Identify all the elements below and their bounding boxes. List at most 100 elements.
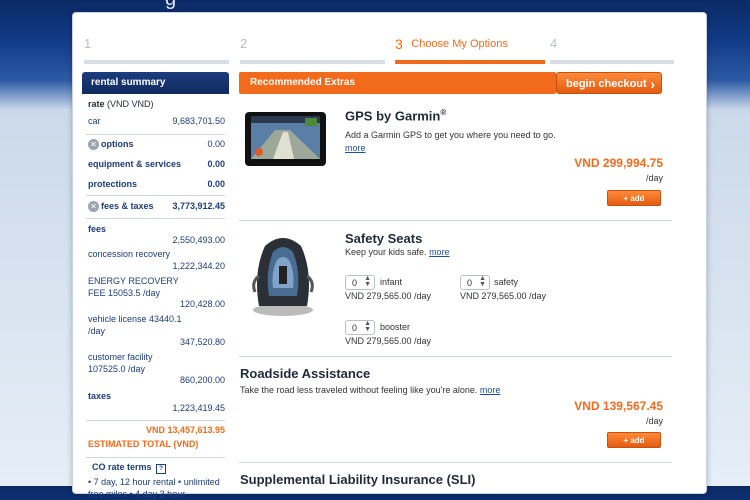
roadside-description: Take the road less traveled without feel… (240, 384, 660, 397)
taxes-value-row: 1,223,419.45 (82, 403, 229, 417)
booster-quantity: 0 (352, 323, 358, 333)
fees-value-row: 2,550,493.00 (82, 235, 229, 247)
fee-item-value: 860,200.00 (179, 375, 225, 385)
rate-terms-title[interactable]: CO rate terms ? (82, 458, 229, 474)
summary-value: 3,773,912.45 (172, 201, 225, 211)
divider (239, 356, 672, 357)
info-icon[interactable]: ? (156, 464, 167, 474)
fee-item-label: vehicle license 43440.1 /day (88, 314, 182, 336)
gps-per-day: /day (645, 173, 663, 183)
summary-row-options[interactable]: ✕ options 0.00 (82, 135, 229, 155)
step-4[interactable]: 4 (550, 36, 674, 64)
fee-item-value-row: 1,222,344.20 (82, 261, 229, 273)
gps-more-link[interactable]: more (345, 143, 366, 153)
summary-value: 9,683,701.50 (172, 116, 225, 126)
summary-row-equipment: equipment & services 0.00 (82, 155, 229, 173)
step-number: 4 (550, 36, 558, 51)
gps-description: Add a Garmin GPS to get you where you ne… (345, 129, 560, 155)
roadside-desc-text: Take the road less traveled without feel… (240, 385, 478, 395)
fees-value: 2,550,493.00 (172, 235, 225, 245)
safety-quantity-select[interactable]: 0 ▲ ▼ (460, 275, 490, 290)
fee-item-label: concession recovery (88, 249, 171, 259)
taxes-value: 1,223,419.45 (172, 403, 225, 413)
fee-item-value: 1,222,344.20 (172, 261, 225, 271)
step-1[interactable]: 1 (84, 36, 229, 64)
gps-image (245, 110, 326, 168)
safety-quantity: 0 (467, 278, 473, 288)
summary-row-fees-taxes[interactable]: ✕ fees & taxes 3,773,912.45 (82, 196, 229, 218)
fee-item-value-row: 120,428.00 (82, 299, 229, 311)
step-bar (84, 60, 229, 64)
rate-header: rate (VND VND) (82, 99, 229, 116)
stepper-arrows-icon: ▲ ▼ (364, 275, 371, 288)
rate-currency: (VND VND) (107, 99, 154, 109)
summary-value: 0.00 (207, 179, 225, 189)
safety-label: safety (494, 277, 519, 287)
gps-add-button[interactable]: + add (607, 190, 661, 206)
total-value-row: VND 13,457,613.95 (82, 421, 229, 437)
collapse-icon[interactable]: ✕ (88, 139, 99, 151)
step-2[interactable]: 2 (240, 36, 385, 64)
collapse-icon[interactable]: ✕ (88, 201, 99, 213)
step-number: 1 (84, 36, 92, 51)
fees-label: fees (88, 224, 107, 234)
step-bar (395, 60, 545, 64)
summary-row-protections: protections 0.00 (82, 173, 229, 193)
fee-item-value-row: 347,520.80 (82, 337, 229, 349)
infant-quantity: 0 (352, 278, 358, 288)
infant-price: VND 279,565.00 /day (345, 291, 432, 301)
safety-seats-desc-text: Keep your kids safe. (345, 247, 427, 257)
infant-quantity-select[interactable]: 0 ▲ ▼ (345, 275, 375, 290)
chevron-right-icon: › (650, 76, 655, 92)
booster-label: booster (380, 322, 411, 332)
taxes-label: taxes (88, 391, 112, 401)
recommended-extras-header: Recommended Extras (239, 72, 556, 94)
roadside-more-link[interactable]: more (480, 385, 501, 395)
gps-title-text: GPS by Garmin (345, 108, 441, 124)
begin-checkout-button[interactable]: begin checkout › (556, 72, 662, 94)
gps-desc-text: Add a Garmin GPS to get you where you ne… (345, 130, 556, 140)
summary-label: options (101, 139, 134, 149)
safety-seats-description: Keep your kids safe. more (345, 246, 605, 259)
summary-label: car (88, 116, 101, 126)
summary-label: equipment & services (88, 159, 182, 169)
gps-price: VND 299,994.75 (574, 156, 663, 170)
estimated-total-value: VND 13,457,613.95 (145, 425, 225, 435)
summary-value: 0.00 (207, 139, 225, 149)
begin-checkout-label: begin checkout (566, 78, 647, 90)
roadside-price: VND 139,567.45 (574, 399, 663, 413)
infant-label: infant (380, 277, 403, 287)
rate-terms-title-text: CO rate terms (92, 462, 152, 472)
roadside-per-day: /day (645, 416, 663, 426)
fee-item-value: 347,520.80 (179, 337, 225, 347)
summary-value: 0.00 (207, 159, 225, 169)
fee-item-value: 120,428.00 (179, 299, 225, 309)
step-number: 2 (240, 36, 248, 51)
registered-mark: ® (440, 108, 447, 117)
rental-summary-title: rental summary (82, 72, 229, 94)
stepper-arrows-icon: ▲ ▼ (479, 275, 486, 288)
fee-item-value-row: 860,200.00 (82, 375, 229, 389)
step-label: Choose My Options (411, 38, 508, 50)
divider (239, 462, 672, 463)
rental-summary: rental summary rate (VND VND) car 9,683,… (82, 72, 229, 500)
step-3[interactable]: 3 Choose My Options (395, 36, 545, 64)
fee-item-label: customer facility 107525.0 /day (88, 352, 153, 374)
step-bar (240, 60, 385, 64)
safety-seats-title: Safety Seats (345, 231, 423, 246)
safety-price: VND 279,565.00 /day (460, 291, 547, 301)
booster-price: VND 279,565.00 /day (345, 336, 432, 346)
gps-title: GPS by Garmin® (345, 108, 446, 123)
summary-label: fees & taxes (101, 201, 154, 211)
sli-title: Supplemental Liability Insurance (SLI) (240, 472, 476, 487)
estimated-total-label: ESTIMATED TOTAL (VND) (88, 439, 199, 449)
booster-quantity-select[interactable]: 0 ▲ ▼ (345, 320, 375, 335)
rate-label: rate (88, 99, 105, 109)
roadside-add-button[interactable]: + add (607, 432, 661, 448)
stepper-arrows-icon: ▲ ▼ (364, 320, 371, 333)
summary-label: protections (88, 179, 138, 189)
header-logo-fragment: g (165, 0, 183, 9)
divider (239, 220, 672, 221)
progress-steps: 1 2 3 Choose My Options 4 (84, 36, 674, 64)
safety-seats-more-link[interactable]: more (429, 247, 450, 257)
